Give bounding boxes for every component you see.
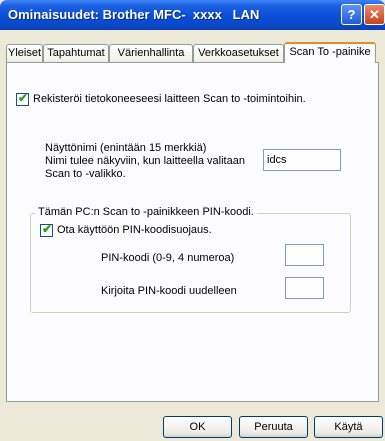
register-checkbox[interactable]: ✔ <box>16 91 29 106</box>
apply-button[interactable]: Käytä <box>314 416 383 438</box>
cancel-button[interactable]: Peruuta <box>239 416 308 438</box>
tab-yleiset[interactable]: Yleiset <box>6 44 43 62</box>
close-icon: ✕ <box>369 7 380 22</box>
pin-input[interactable] <box>285 244 324 266</box>
pin-enable-checkbox[interactable]: ✔ <box>40 222 53 237</box>
tab-verkkoasetukset[interactable]: Verkkoasetukset <box>193 44 284 62</box>
pin-enable-label: Ota käyttöön PIN-koodisuojaus. <box>57 224 212 236</box>
tab-panel: ✔ Rekisteröi tietokoneeseesi laitteen Sc… <box>6 62 379 402</box>
pin-confirm-label: Kirjoita PIN-koodi uudelleen <box>101 285 237 297</box>
display-name-help-1: Nimi tulee näkyviin, kun laitteella vali… <box>45 155 245 167</box>
checkmark-icon: ✔ <box>18 91 29 105</box>
ok-button[interactable]: OK <box>163 416 232 438</box>
pin-label: PIN-koodi (0-9, 4 numeroa) <box>101 252 235 264</box>
checkmark-icon: ✔ <box>42 222 53 236</box>
window-title: Ominaisuudet: Brother MFC- xxxx LAN <box>8 7 260 22</box>
tab-scan-to[interactable]: Scan To -painike <box>284 42 376 63</box>
display-name-help-2: Scan to -valikko. <box>45 168 126 180</box>
tab-varienhallinta[interactable]: Värienhallinta <box>109 44 193 62</box>
help-button[interactable]: ? <box>341 4 362 25</box>
pin-confirm-input[interactable] <box>285 277 324 299</box>
help-icon: ? <box>347 7 356 22</box>
close-button[interactable]: ✕ <box>364 4 385 25</box>
tab-tapahtumat[interactable]: Tapahtumat <box>43 44 109 62</box>
tab-strip: Yleiset Tapahtumat Värienhallinta Verkko… <box>6 42 380 63</box>
display-name-input[interactable] <box>263 149 341 171</box>
title-bar: Ominaisuudet: Brother MFC- xxxx LAN ? ✕ <box>0 0 385 30</box>
display-name-label: Näyttönimi (enintään 15 merkkiä) <box>45 142 207 154</box>
register-label: Rekisteröi tietokoneeseesi laitteen Scan… <box>33 93 306 105</box>
pin-group-title: Tämän PC:n Scan to -painikkeen PIN-koodi… <box>35 206 257 218</box>
